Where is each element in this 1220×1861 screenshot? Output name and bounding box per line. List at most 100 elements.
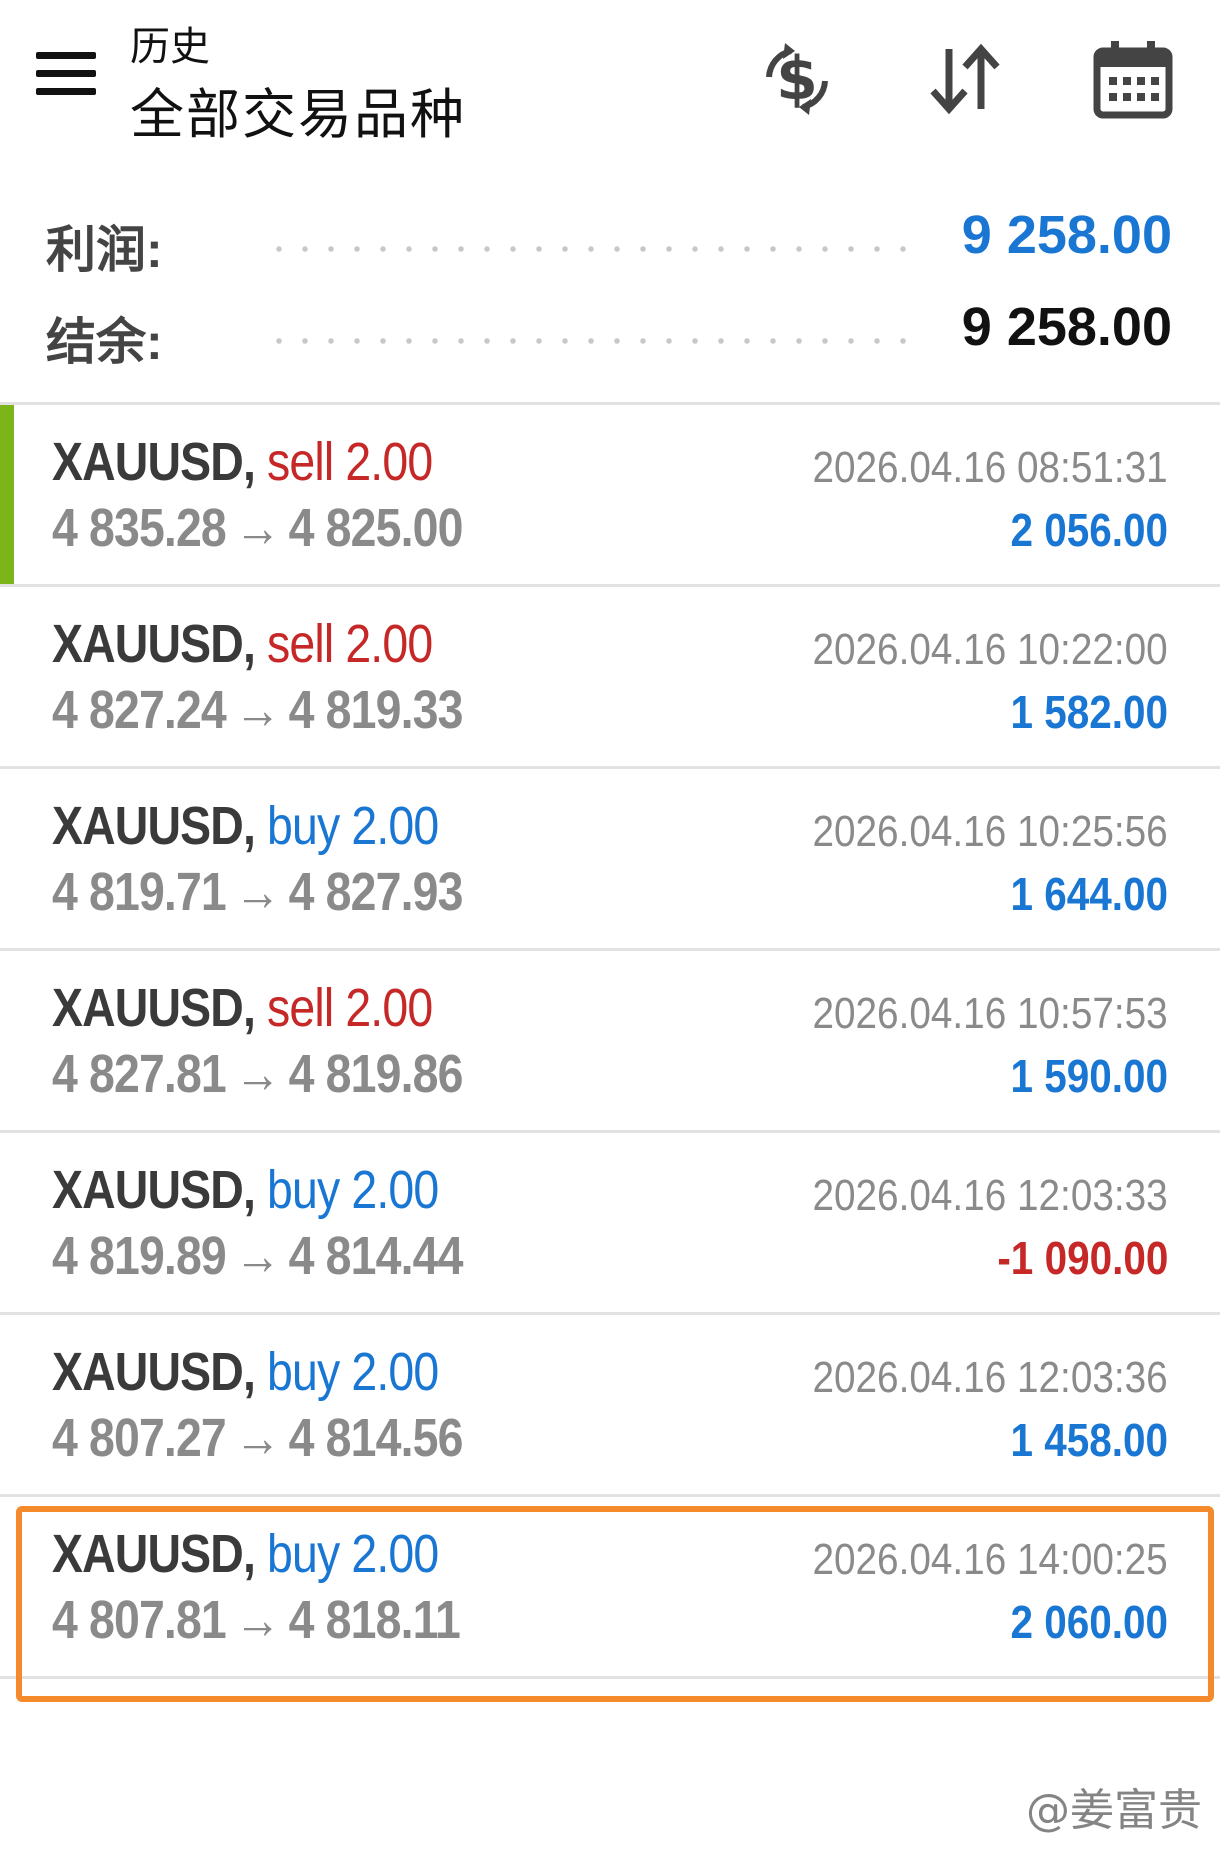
deal-volume: 2.00	[345, 978, 433, 1038]
open-price: 4 827.81	[52, 1044, 227, 1104]
deal-type-space	[333, 614, 345, 674]
deal-profit: 1 458.00	[1010, 1414, 1168, 1466]
deal-time: 2026.04.16 10:22:00	[812, 625, 1168, 674]
deal-profit: 1 590.00	[1010, 1050, 1168, 1102]
deal-profit: 1 644.00	[1010, 868, 1168, 920]
deal-prices: 4 819.71 → 4 827.93	[52, 861, 463, 923]
deal-symbol-line: XAUUSD, buy 2.00	[52, 1159, 439, 1221]
open-price: 4 807.27	[52, 1408, 227, 1468]
dotted-leader	[266, 336, 926, 346]
deal-type: sell	[267, 432, 334, 492]
separator: ,	[242, 796, 268, 856]
deal-type-space	[339, 1524, 351, 1584]
separator: ,	[242, 1524, 268, 1584]
deal-time: 2026.04.16 08:51:31	[812, 443, 1168, 492]
deal-volume: 2.00	[351, 796, 439, 856]
dotted-leader	[266, 244, 926, 254]
profit-value: 9 258.00	[961, 205, 1172, 265]
deal-prices: 4 827.24 → 4 819.33	[52, 679, 463, 741]
watermark: @姜富贵	[1026, 1785, 1202, 1836]
deal-symbol: XAUUSD	[52, 614, 244, 674]
deal-profit: -1 090.00	[996, 1232, 1168, 1284]
deal-volume: 2.00	[345, 614, 433, 674]
deal-prices: 4 819.89 → 4 814.44	[52, 1225, 463, 1287]
deal-symbol: XAUUSD	[52, 1342, 244, 1402]
arrow-right-icon: →	[234, 498, 281, 558]
arrow-right-icon: →	[234, 1226, 281, 1286]
deal-type-space	[333, 432, 345, 492]
deal-time: 2026.04.16 10:25:56	[812, 807, 1168, 856]
deal-row[interactable]: XAUUSD, sell 2.00 4 827.24 → 4 819.33 2026.0…	[0, 587, 1220, 769]
deal-symbol-line: XAUUSD, sell 2.00	[52, 613, 433, 675]
balance-value: 9 258.00	[961, 297, 1172, 357]
open-price: 4 819.89	[52, 1226, 227, 1286]
deal-volume: 2.00	[351, 1524, 439, 1584]
open-price: 4 807.81	[52, 1590, 227, 1650]
arrow-right-icon: →	[234, 862, 281, 922]
close-price: 4 818.11	[288, 1590, 461, 1650]
deal-row[interactable]: XAUUSD, buy 2.00 4 807.81 → 4 818.11 2026.04…	[0, 1497, 1220, 1679]
sort-icon[interactable]	[920, 34, 1010, 124]
deal-volume: 2.00	[351, 1160, 439, 1220]
arrow-right-icon: →	[234, 680, 281, 740]
deal-type-space	[333, 978, 345, 1038]
deal-type: buy	[267, 796, 340, 856]
deal-time: 2026.04.16 12:03:36	[812, 1353, 1168, 1402]
deal-symbol: XAUUSD	[52, 1160, 244, 1220]
deal-symbol-line: XAUUSD, buy 2.00	[52, 1341, 439, 1403]
deal-symbol: XAUUSD	[52, 432, 244, 492]
app-header: 历史 全部交易品种 $	[0, 0, 1220, 160]
balance-label: 结余:	[46, 314, 163, 370]
close-price: 4 819.33	[288, 680, 464, 740]
close-price: 4 825.00	[288, 498, 464, 558]
deal-type: sell	[267, 978, 334, 1038]
deal-profit: 2 060.00	[1010, 1596, 1168, 1648]
header-title[interactable]: 全部交易品种	[130, 70, 466, 149]
deal-profit: 1 582.00	[1010, 686, 1168, 738]
open-price: 4 819.71	[52, 862, 227, 922]
arrow-right-icon: →	[234, 1044, 281, 1104]
separator: ,	[242, 1160, 268, 1220]
open-price: 4 835.28	[52, 498, 227, 558]
deal-symbol: XAUUSD	[52, 978, 244, 1038]
deal-row[interactable]: XAUUSD, buy 2.00 4 819.89 → 4 814.44 2026.04…	[0, 1133, 1220, 1315]
deal-row[interactable]: XAUUSD, buy 2.00 4 807.27 → 4 814.56 2026.04…	[0, 1315, 1220, 1497]
deal-row[interactable]: XAUUSD, sell 2.00 4 827.81 → 4 819.86 2026.0…	[0, 951, 1220, 1133]
close-price: 4 819.86	[288, 1044, 464, 1104]
deal-prices: 4 807.27 → 4 814.56	[52, 1407, 463, 1469]
deal-time: 2026.04.16 10:57:53	[812, 989, 1168, 1038]
close-price: 4 827.93	[288, 862, 464, 922]
deal-type: buy	[267, 1342, 340, 1402]
arrow-right-icon: →	[234, 1408, 281, 1468]
profit-summary-row: 利润: 9 258.00	[0, 200, 1220, 280]
menu-icon[interactable]	[36, 52, 98, 98]
calendar-icon[interactable]	[1088, 34, 1178, 124]
deal-symbol-line: XAUUSD, buy 2.00	[52, 1523, 439, 1585]
deal-symbol: XAUUSD	[52, 1524, 244, 1584]
deal-type-space	[339, 796, 351, 856]
deal-symbol-line: XAUUSD, sell 2.00	[52, 977, 433, 1039]
close-price: 4 814.56	[288, 1408, 464, 1468]
separator: ,	[242, 432, 268, 492]
deal-profit: 2 056.00	[1010, 504, 1168, 556]
deal-prices: 4 835.28 → 4 825.00	[52, 497, 463, 559]
separator: ,	[242, 614, 268, 674]
deal-prices: 4 827.81 → 4 819.86	[52, 1043, 463, 1105]
close-price: 4 814.44	[288, 1226, 464, 1286]
deal-time: 2026.04.16 12:03:33	[812, 1171, 1168, 1220]
deal-row[interactable]: XAUUSD, buy 2.00 4 819.71 → 4 827.93 2026.04…	[0, 769, 1220, 951]
deal-type-space	[339, 1342, 351, 1402]
deal-type: sell	[267, 614, 334, 674]
open-price: 4 827.24	[52, 680, 227, 740]
separator: ,	[242, 978, 268, 1038]
arrow-right-icon: →	[234, 1590, 281, 1650]
deal-type: buy	[267, 1524, 340, 1584]
deal-type: buy	[267, 1160, 340, 1220]
deal-row[interactable]: XAUUSD, sell 2.00 4 835.28 → 4 825.00 2026.0…	[0, 405, 1220, 587]
selected-accent	[0, 405, 14, 584]
deal-prices: 4 807.81 → 4 818.11	[52, 1589, 461, 1651]
currency-exchange-icon[interactable]: $	[752, 34, 842, 124]
deal-type-space	[339, 1160, 351, 1220]
separator: ,	[242, 1342, 268, 1402]
profit-label: 利润:	[46, 222, 163, 278]
